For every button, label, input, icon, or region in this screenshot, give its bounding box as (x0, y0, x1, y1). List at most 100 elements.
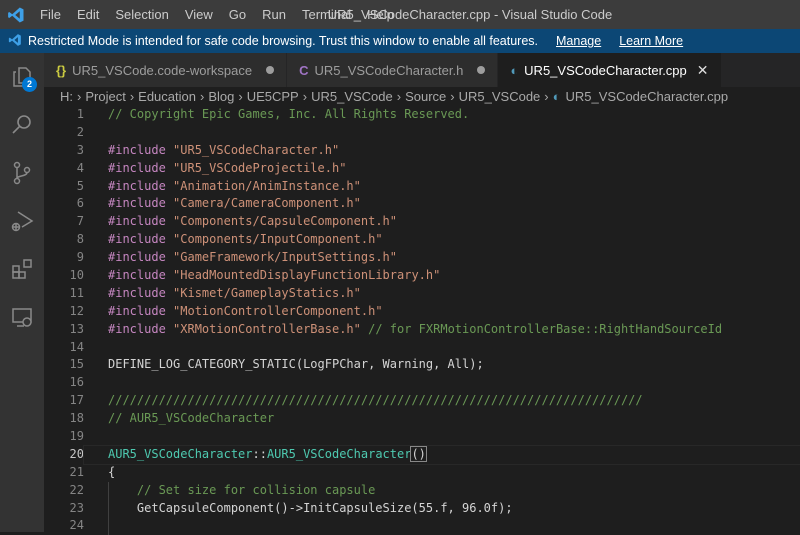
source-control-button[interactable] (0, 149, 44, 197)
breadcrumb-item[interactable]: Project (85, 89, 125, 104)
code-text: #include "MotionControllerComponent.h" (84, 303, 383, 321)
code-text: #include "Components/InputComponent.h" (84, 231, 383, 249)
file-type-icon: C (299, 62, 309, 78)
banner-logo-icon (8, 33, 22, 50)
manage-link[interactable]: Manage (556, 34, 601, 48)
remote-explorer-button[interactable] (0, 293, 44, 341)
code-token: "Kismet/GameplayStatics.h" (173, 285, 361, 300)
tab-ur5-vscodecharacter-h[interactable]: C UR5_VSCodeCharacter.h (287, 53, 499, 87)
code-token: DEFINE_LOG_CATEGORY_STATIC(LogFPChar, Wa… (108, 357, 484, 372)
breadcrumb-item[interactable]: UR5_VSCode (459, 89, 541, 104)
unsaved-dot-icon[interactable] (477, 66, 486, 74)
tab-ur5-vscodecharacter-cpp[interactable]: ◐ UR5_VSCodeCharacter.cpp ✕ (498, 53, 722, 87)
indent-guide (108, 499, 109, 518)
menu-bar: File Edit Selection View Go Run Terminal Help (32, 7, 402, 22)
code-token: #include (108, 196, 174, 211)
restricted-mode-banner: Restricted Mode is intended for safe cod… (0, 29, 800, 53)
code-token: "UR5_VSCodeProjectile.h" (173, 160, 347, 175)
code-token: "Camera/CameraComponent.h" (173, 196, 361, 211)
search-button[interactable] (0, 101, 44, 149)
code-token: "UR5_VSCodeCharacter.h" (173, 142, 340, 157)
code-text: // AUR5_VSCodeCharacter (84, 410, 274, 428)
line-number: 13 (69, 321, 84, 336)
line-number: 18 (69, 411, 84, 426)
tab-label: UR5_VSCodeCharacter.cpp (524, 62, 687, 78)
code-text: #include "Camera/CameraComponent.h" (84, 195, 361, 213)
menu-item-selection[interactable]: Selection (115, 7, 168, 22)
code-line: 3 #include "UR5_VSCodeCharacter.h" (44, 142, 800, 160)
line-number: 23 (69, 500, 84, 515)
breadcrumb-item[interactable]: UR5_VSCodeCharacter.cpp (565, 89, 728, 104)
menu-item-edit[interactable]: Edit (77, 7, 99, 22)
code-line: 24 (44, 517, 800, 535)
tab-ur5-vscode-code-workspace[interactable]: {} UR5_VSCode.code-workspace (44, 53, 288, 87)
code-line: 12 #include "MotionControllerComponent.h" (44, 303, 800, 321)
cpp-file-icon: ◐ (552, 89, 561, 104)
menu-item-go[interactable]: Go (229, 7, 246, 22)
menu-item-view[interactable]: View (185, 7, 213, 22)
run-debug-button[interactable] (0, 197, 44, 245)
code-line: 16 (44, 374, 800, 392)
chevron-right-icon: › (238, 89, 243, 104)
menu-item-help[interactable]: Help (367, 7, 394, 22)
code-line: 2 (44, 124, 800, 142)
close-icon[interactable]: ✕ (697, 62, 709, 79)
breadcrumb-item[interactable]: UE5CPP (247, 89, 299, 104)
code-text: // Copyright Epic Games, Inc. All Rights… (84, 106, 469, 124)
unsaved-dot-icon[interactable] (266, 66, 275, 74)
menu-item-file[interactable]: File (40, 7, 61, 22)
indent-guide (108, 481, 109, 500)
line-number: 1 (76, 107, 84, 121)
explorer-button[interactable]: 2 (0, 53, 44, 101)
code-token: // AUR5_VSCodeCharacter (108, 411, 275, 426)
chevron-right-icon: › (129, 89, 135, 104)
code-token: #include (108, 285, 174, 300)
code-text: #include "UR5_VSCodeProjectile.h" (84, 160, 346, 178)
menu-item-run[interactable]: Run (262, 7, 286, 22)
code-token: "MotionControllerComponent.h" (173, 303, 383, 318)
chevron-right-icon: › (450, 89, 455, 104)
title-bar: File Edit Selection View Go Run Terminal Help U… (0, 0, 800, 29)
line-number: 8 (76, 232, 84, 247)
breadcrumb: H: › Project › Education › Blog › UE5CPP › UR5_VSC… (44, 87, 800, 106)
code-line: 20 AUR5_VSCodeCharacter::AUR5_VSCodeChara… (44, 444, 800, 465)
code-text: #include "Components/CapsuleComponent.h" (84, 213, 397, 231)
line-number: 21 (69, 464, 84, 479)
code-token: :: (252, 446, 267, 461)
learn-more-link[interactable]: Learn More (619, 34, 683, 48)
line-number: 10 (69, 268, 84, 283)
code-line: 18 // AUR5_VSCodeCharacter (44, 410, 800, 428)
run-debug-icon (11, 211, 34, 232)
chevron-right-icon: › (199, 89, 205, 104)
breadcrumb-item[interactable]: UR5_VSCode (311, 89, 393, 104)
code-token: "GameFramework/InputSettings.h" (173, 250, 397, 265)
breadcrumb-item[interactable]: Source (405, 89, 446, 104)
code-line: 7 #include "Components/CapsuleComponent.h… (44, 213, 800, 231)
code-line: 9 #include "GameFramework/InputSettings.h… (44, 249, 800, 267)
line-number: 3 (76, 142, 84, 157)
chevron-right-icon: › (302, 89, 308, 104)
chevron-right-icon: › (544, 89, 549, 104)
code-text: #include "XRMotionControllerBase.h" // f… (84, 321, 722, 339)
code-token: ////////////////////////////////////////… (108, 393, 643, 408)
code-text: ////////////////////////////////////////… (84, 392, 643, 410)
remote-explorer-icon (12, 308, 32, 327)
extensions-button[interactable] (0, 245, 44, 293)
line-number: 22 (69, 482, 84, 497)
line-number: 20 (69, 446, 84, 461)
code-token: #include (108, 160, 174, 175)
code-line: 22 // Set size for collision capsule (44, 481, 800, 500)
code-editor[interactable]: 1 // Copyright Epic Games, Inc. All Right… (44, 106, 800, 535)
breadcrumb-item[interactable]: Education (138, 89, 196, 104)
code-token: #include (108, 250, 174, 265)
code-token: #include (108, 214, 174, 229)
breadcrumb-item[interactable]: Blog (208, 89, 234, 104)
explorer-badge: 2 (22, 77, 37, 92)
line-number: 2 (76, 124, 84, 139)
breadcrumb-item[interactable]: H: (60, 89, 73, 104)
menu-item-terminal[interactable]: Terminal (302, 7, 351, 22)
